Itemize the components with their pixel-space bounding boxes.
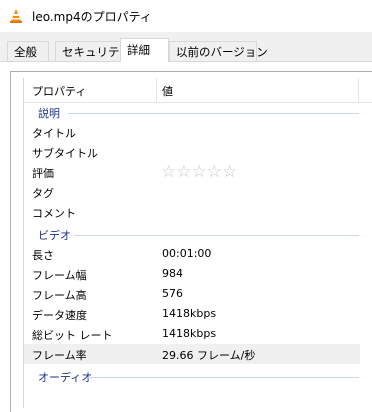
property-label: 長さ — [32, 249, 54, 262]
property-label: コメント — [32, 207, 76, 220]
property-label: 総ビット レート — [32, 329, 113, 342]
property-value: 1418kbps — [162, 307, 217, 320]
vlc-cone-icon — [10, 9, 22, 23]
property-list[interactable]: プロパティ 値 説明 タイトル サブタイトル 評価 ☆☆☆☆☆ タグ コメント — [23, 78, 372, 408]
group-divider — [74, 235, 359, 236]
property-row-title[interactable]: タイトル — [24, 122, 360, 142]
property-row-frame-width[interactable]: フレーム幅 984 — [24, 264, 360, 284]
column-header-value[interactable]: 値 — [162, 83, 173, 99]
property-value: 00:01:00 — [162, 247, 212, 260]
property-row-frame-rate[interactable]: フレーム率 29.66 フレーム/秒 — [24, 344, 360, 364]
window-title: leo.mp4のプロパティ — [32, 10, 152, 24]
column-divider[interactable] — [156, 78, 157, 102]
property-row-total-bitrate[interactable]: 総ビット レート 1418kbps — [24, 324, 360, 344]
group-divider — [68, 113, 359, 114]
group-label: 説明 — [38, 107, 60, 120]
tab-previous-versions[interactable]: 以前のバージョン — [169, 41, 268, 61]
group-audio[interactable]: オーディオ — [24, 368, 372, 386]
property-row-frame-height[interactable]: フレーム高 576 — [24, 284, 360, 304]
property-label: タイトル — [32, 127, 76, 140]
property-row-rating[interactable]: 評価 ☆☆☆☆☆ — [24, 162, 360, 182]
property-value: 984 — [162, 267, 183, 280]
group-divider — [88, 377, 359, 378]
property-label: フレーム幅 — [32, 269, 87, 282]
title-bar: leo.mp4のプロパティ — [0, 0, 372, 32]
column-header-property[interactable]: プロパティ — [32, 83, 86, 99]
details-panel: プロパティ 値 説明 タイトル サブタイトル 評価 ☆☆☆☆☆ タグ コメント — [0, 61, 372, 412]
property-value: 29.66 フレーム/秒 — [162, 349, 256, 362]
property-value: 576 — [162, 287, 183, 300]
column-divider[interactable] — [358, 78, 359, 102]
property-row-comments[interactable]: コメント — [24, 202, 360, 222]
tab-details[interactable]: 詳細 — [120, 38, 169, 62]
tab-security[interactable]: セキュリティ — [55, 41, 130, 61]
group-video[interactable]: ビデオ — [24, 226, 372, 244]
tab-strip: 全般 セキュリティ 詳細 以前のバージョン — [0, 32, 372, 62]
property-label: フレーム率 — [32, 349, 87, 362]
property-label: データ速度 — [32, 309, 87, 322]
property-row-subtitle[interactable]: サブタイトル — [24, 142, 360, 162]
property-label: フレーム高 — [32, 289, 87, 302]
property-row-data-rate[interactable]: データ速度 1418kbps — [24, 304, 360, 324]
column-header: プロパティ 値 — [24, 78, 372, 103]
group-label: ビデオ — [38, 229, 71, 242]
property-label: サブタイトル — [32, 147, 98, 160]
group-description[interactable]: 説明 — [24, 104, 372, 122]
tab-general[interactable]: 全般 — [7, 41, 49, 61]
property-row-tags[interactable]: タグ — [24, 182, 360, 202]
group-label: オーディオ — [38, 371, 93, 384]
property-label: タグ — [32, 187, 54, 200]
rating-stars-icon[interactable]: ☆☆☆☆☆ — [161, 162, 237, 182]
property-value: 1418kbps — [162, 327, 217, 340]
property-row-length[interactable]: 長さ 00:01:00 — [24, 244, 360, 264]
property-label: 評価 — [32, 167, 54, 180]
